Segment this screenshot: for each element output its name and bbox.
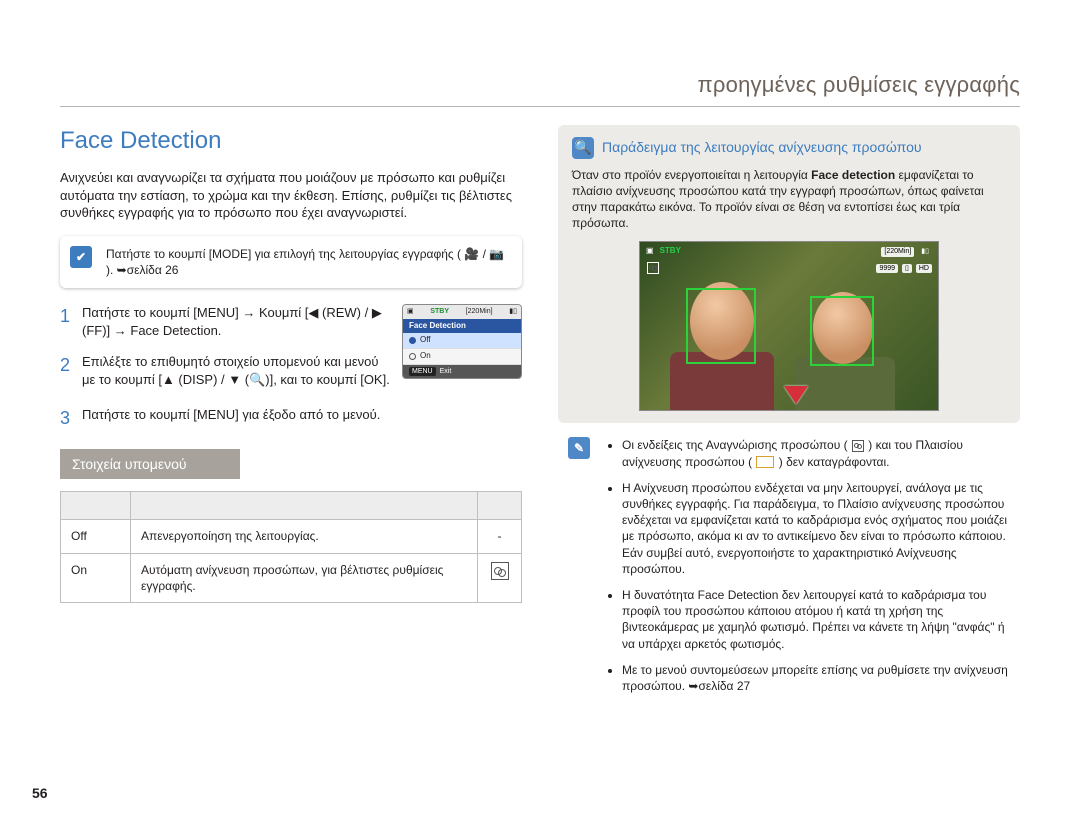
tip-item: Με το μενού συντομεύσεων μπορείτε επίσης… bbox=[622, 662, 1020, 694]
row-desc: Απενεργοποίηση της λειτουργίας. bbox=[131, 520, 478, 553]
page-number: 56 bbox=[32, 784, 48, 803]
battery-icon: ▮▯ bbox=[509, 307, 517, 316]
check-icon: ✔ bbox=[70, 246, 92, 268]
overlay-shots: 9999 bbox=[876, 264, 898, 273]
step-3-text: Πατήστε το κουμπί [MENU] για έξοδο από τ… bbox=[82, 406, 522, 430]
step-1-text: Πατήστε το κουμπί [MENU] → Κουμπί [◀ (RE… bbox=[82, 304, 390, 339]
lcd-menu-title: Face Detection bbox=[403, 319, 521, 334]
overlay-mode-icon: ▣ bbox=[646, 246, 654, 257]
lcd-mode-icon: ▣ bbox=[407, 307, 414, 316]
lcd-menu-btn: MENU bbox=[409, 367, 436, 376]
face-frame-icon bbox=[756, 456, 774, 468]
overlay-stby: STBY bbox=[660, 246, 681, 257]
battery-icon: ▮▯ bbox=[918, 247, 932, 256]
mode-note-text: Πατήστε το κουμπί [MODE] για επιλογή της… bbox=[106, 247, 504, 277]
example-text: Όταν στο προϊόν ενεργοποιείται η λειτουρ… bbox=[572, 167, 1006, 232]
step-number: 1 bbox=[60, 304, 82, 339]
page-title: Face Detection bbox=[60, 125, 522, 157]
table-header bbox=[131, 492, 478, 520]
lcd-option-off: Off bbox=[403, 333, 521, 349]
lcd-illustration: ▣ STBY [220Min] ▮▯ Face Detection Off On bbox=[402, 304, 522, 379]
left-column: Face Detection Ανιχνεύει και αναγνωρίζει… bbox=[60, 125, 522, 825]
lcd-exit: Exit bbox=[440, 367, 452, 376]
overlay-card-icon: ▯ bbox=[902, 264, 912, 273]
lcd-time: [220Min] bbox=[466, 307, 493, 316]
step-number: 3 bbox=[60, 406, 82, 430]
table-row: On Αυτόματη ανίχνευση προσώπων, για βέλτ… bbox=[61, 553, 522, 602]
pencil-icon: ✎ bbox=[568, 437, 590, 459]
row-desc: Αυτόματη ανίχνευση προσώπων, για βέλτιστ… bbox=[131, 553, 478, 602]
row-icon: - bbox=[478, 520, 522, 553]
overlay-hd: HD bbox=[916, 264, 932, 273]
overlay-time: [220Min] bbox=[881, 247, 914, 256]
face-detection-icon bbox=[647, 262, 659, 274]
tip-item: Η δυνατότητα Face Detection δεν λειτουργ… bbox=[622, 587, 1020, 652]
table-header bbox=[61, 492, 131, 520]
tips-panel: ✎ Οι ενδείξεις της Αναγνώρισης προσώπου … bbox=[558, 437, 1020, 694]
lcd-option-on: On bbox=[403, 349, 521, 365]
intro-text: Ανιχνεύει και αναγνωρίζει τα σχήματα που… bbox=[60, 169, 522, 222]
tip-item: Οι ενδείξεις της Αναγνώρισης προσώπου ( … bbox=[622, 437, 1020, 469]
face-frame bbox=[686, 288, 756, 364]
section-header: προηγμένες ρυθμίσεις εγγραφής bbox=[60, 70, 1020, 107]
radio-icon bbox=[409, 337, 416, 344]
example-title: Παράδειγμα της λειτουργίας ανίχνευσης πρ… bbox=[602, 138, 922, 157]
right-column: 🔍 Παράδειγμα της λειτουργίας ανίχνευσης … bbox=[558, 125, 1020, 825]
face-detection-icon bbox=[491, 562, 509, 580]
submenu-table: Off Απενεργοποίηση της λειτουργίας. - On… bbox=[60, 491, 522, 603]
face-detection-icon bbox=[852, 440, 864, 452]
step-2-text: Επιλέξτε το επιθυμητό στοιχείο υπομενού … bbox=[82, 353, 390, 388]
row-icon bbox=[478, 553, 522, 602]
example-panel: 🔍 Παράδειγμα της λειτουργίας ανίχνευσης … bbox=[558, 125, 1020, 424]
row-item: On bbox=[61, 553, 131, 602]
face-frame bbox=[810, 296, 874, 366]
magnify-icon: 🔍 bbox=[572, 137, 594, 159]
row-item: Off bbox=[61, 520, 131, 553]
radio-icon bbox=[409, 353, 416, 360]
step-number: 2 bbox=[60, 353, 82, 388]
lcd-stby: STBY bbox=[430, 307, 449, 316]
submenu-heading: Στοιχεία υπομενού bbox=[60, 449, 240, 480]
example-photo: ▣ STBY [220Min] ▮▯ 9999 ▯ HD bbox=[639, 241, 939, 411]
table-header bbox=[478, 492, 522, 520]
table-row: Off Απενεργοποίηση της λειτουργίας. - bbox=[61, 520, 522, 553]
tip-item: Η Ανίχνευση προσώπου ενδέχεται να μην λε… bbox=[622, 480, 1020, 577]
marker-icon bbox=[784, 386, 808, 404]
mode-note: ✔ Πατήστε το κουμπί [MODE] για επιλογή τ… bbox=[60, 236, 522, 288]
